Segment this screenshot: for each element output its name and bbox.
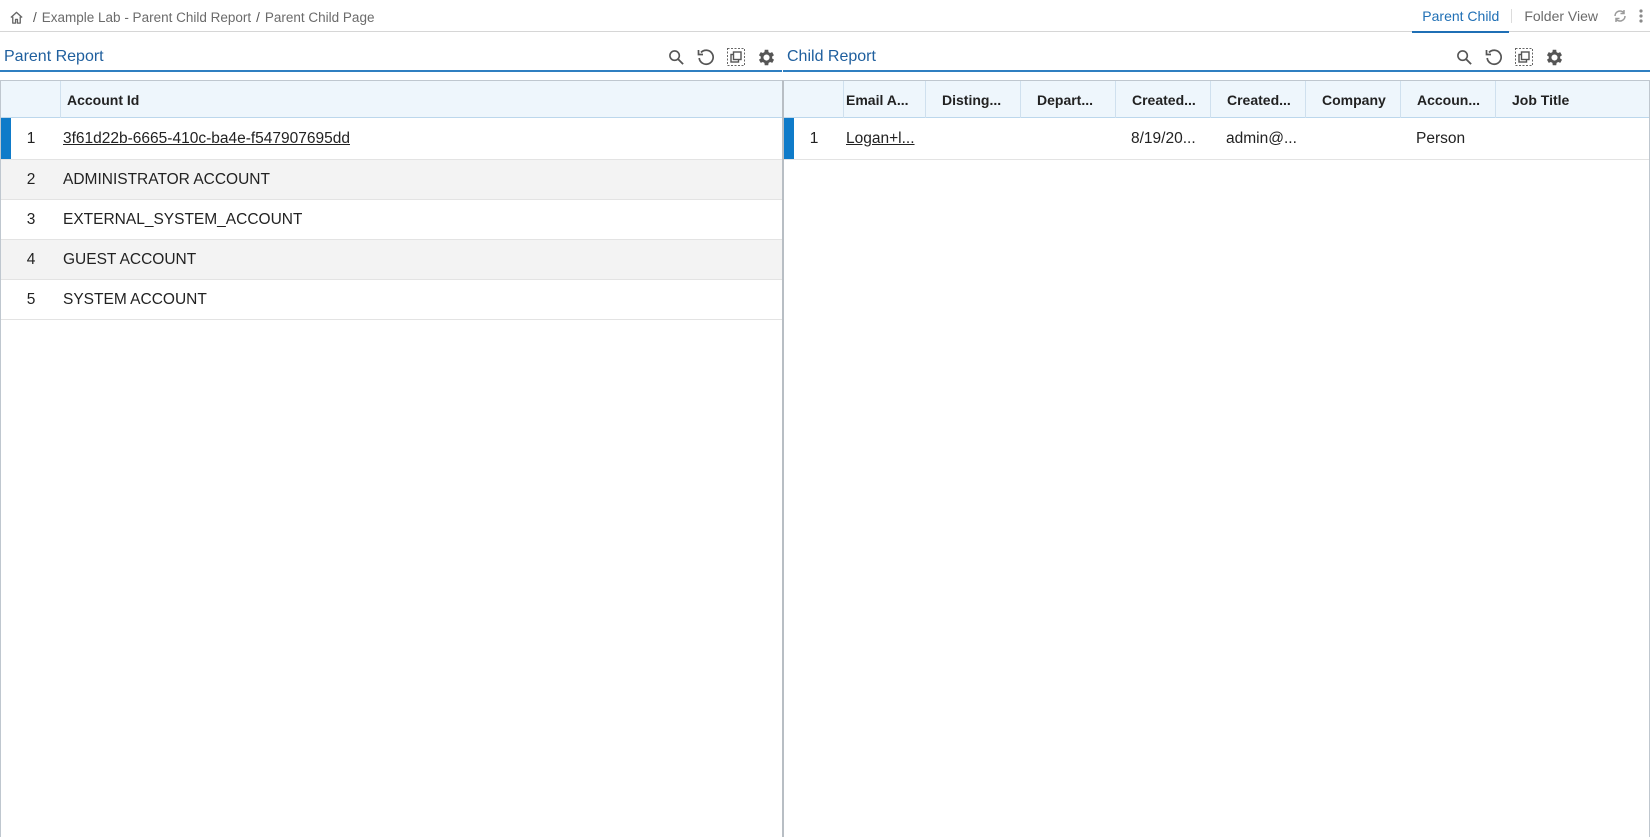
column-header-job-title[interactable]: Job Title — [1496, 81, 1649, 118]
row-number-header — [1, 81, 61, 118]
row-number-header — [784, 81, 844, 118]
column-header-company[interactable]: Company — [1306, 81, 1401, 118]
row-number: 3 — [26, 210, 36, 228]
table-row[interactable]: 2 ADMINISTRATOR ACCOUNT — [1, 160, 782, 200]
table-row[interactable]: 4 GUEST ACCOUNT — [1, 240, 782, 280]
created-date-cell: 8/19/20... — [1131, 129, 1196, 147]
selected-row-marker — [1, 118, 11, 159]
table-row[interactable]: 5 SYSTEM ACCOUNT — [1, 280, 782, 320]
table-row[interactable]: 1 3f61d22b-6665-410c-ba4e-f547907695dd — [1, 118, 782, 160]
copy-icon[interactable] — [724, 46, 748, 68]
parent-report-title: Parent Report — [4, 48, 104, 65]
refresh-icon[interactable] — [1482, 46, 1506, 68]
column-header-department[interactable]: Depart... — [1021, 81, 1116, 118]
top-bar: / Example Lab - Parent Child Report / Pa… — [0, 0, 1650, 33]
account-id-cell: EXTERNAL_SYSTEM_ACCOUNT — [63, 210, 303, 228]
search-icon[interactable] — [1452, 46, 1476, 68]
column-header-created-by[interactable]: Created... — [1211, 81, 1306, 118]
column-header-account-type[interactable]: Accoun... — [1401, 81, 1496, 118]
column-header-account-id[interactable]: Account Id — [61, 81, 782, 118]
parent-grid-header: Account Id — [1, 81, 782, 118]
tab-divider — [1511, 9, 1513, 23]
page-tabs: Parent Child Folder View — [1412, 0, 1650, 33]
child-grid-header: Email A... Disting... Depart... Created.… — [784, 81, 1649, 118]
home-icon[interactable] — [8, 9, 24, 25]
table-row[interactable]: 1 Logan+l... 8/19/20... admin@... Person — [784, 118, 1649, 160]
tab-parent-child[interactable]: Parent Child — [1412, 0, 1510, 33]
breadcrumb-item-page[interactable]: Parent Child Page — [265, 10, 375, 25]
email-link[interactable]: Logan+l... — [844, 130, 926, 148]
row-number: 5 — [26, 290, 36, 308]
breadcrumb-item-report[interactable]: Example Lab - Parent Child Report — [42, 10, 251, 25]
gear-icon[interactable] — [1542, 46, 1566, 68]
more-vertical-icon[interactable] — [1632, 0, 1650, 32]
parent-report-grid: Account Id 1 3f61d22b-6665-410c-ba4e-f54… — [0, 80, 783, 837]
account-id-cell: ADMINISTRATOR ACCOUNT — [63, 170, 270, 188]
breadcrumb-separator: / — [33, 9, 37, 25]
breadcrumb: / Example Lab - Parent Child Report / Pa… — [8, 8, 374, 26]
account-id-cell: SYSTEM ACCOUNT — [63, 290, 207, 308]
parent-report-header: Parent Report — [0, 42, 782, 72]
search-icon[interactable] — [664, 46, 688, 68]
child-report-header: Child Report — [783, 42, 1650, 72]
breadcrumb-separator: / — [256, 9, 260, 25]
child-report-title: Child Report — [787, 48, 876, 65]
child-report-grid: Email A... Disting... Depart... Created.… — [782, 80, 1650, 837]
column-header-email[interactable]: Email A... — [844, 81, 926, 118]
account-id-link[interactable]: 3f61d22b-6665-410c-ba4e-f547907695dd — [61, 130, 350, 148]
created-by-cell: admin@... — [1226, 129, 1297, 147]
account-type-cell: Person — [1416, 129, 1466, 147]
refresh-icon[interactable] — [694, 46, 718, 68]
row-number: 4 — [26, 250, 36, 268]
parent-report-toolbar — [664, 46, 778, 68]
copy-icon[interactable] — [1512, 46, 1536, 68]
gear-icon[interactable] — [754, 46, 778, 68]
tab-folder-view[interactable]: Folder View — [1514, 0, 1608, 32]
column-header-distinguished-name[interactable]: Disting... — [926, 81, 1021, 118]
column-header-created-date[interactable]: Created... — [1116, 81, 1211, 118]
selected-row-marker — [784, 118, 794, 159]
row-number: 2 — [26, 170, 36, 188]
sync-icon[interactable] — [1608, 0, 1632, 32]
table-row[interactable]: 3 EXTERNAL_SYSTEM_ACCOUNT — [1, 200, 782, 240]
account-id-cell: GUEST ACCOUNT — [63, 250, 197, 268]
child-report-toolbar — [1452, 46, 1566, 68]
